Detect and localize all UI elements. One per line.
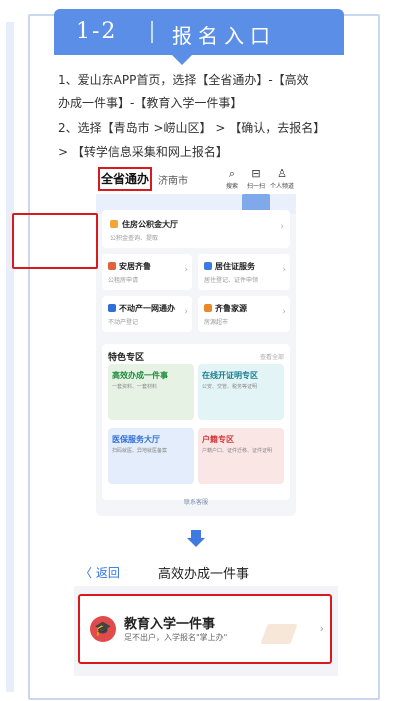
card-residence[interactable]: 居住证服务 居住登记、证件申领 › — [198, 254, 290, 290]
page-title: 高效办成一件事 — [158, 567, 250, 582]
home-icon — [108, 262, 116, 270]
book-illustration — [260, 624, 298, 644]
edu-title: 教育入学一件事 — [124, 617, 216, 632]
section-number: 1-2 — [76, 19, 118, 44]
instruction-line: 2、选择【青岛市 >崂山区】 > 【确认，去报名】 — [58, 121, 326, 135]
tile-online-certificate[interactable]: 在线开证明专区 公安、交管、税务等证明 — [198, 364, 284, 420]
user-icon: ♙ — [277, 167, 287, 180]
personal-button[interactable]: ♙ 个人频道 — [270, 167, 294, 190]
instruction-line: 1、爱山东APP首页，选择【全省通办】-【高效 — [58, 73, 309, 87]
card-realestate[interactable]: 不动产一网通办 不动产登记 › — [102, 296, 192, 332]
chevron-right-icon: › — [319, 622, 324, 635]
graduation-cap-icon: 🎓 — [90, 616, 116, 642]
id-card-icon — [204, 262, 212, 270]
header-divider — [151, 21, 153, 43]
section-title: 报名入口 — [172, 24, 276, 48]
tile-medical-insurance[interactable]: 医保服务大厅 扫码就医、异地就医备案 — [108, 428, 194, 484]
edu-subtitle: 足不出户，入学报名"掌上办" — [124, 633, 228, 642]
building-icon — [108, 304, 116, 312]
page: 1-2 报名入口 1、爱山东APP首页，选择【全省通办】-【高效 办成一件事】-… — [0, 0, 400, 701]
section-header: 1-2 报名入口 — [54, 9, 344, 65]
search-icon: ⌕ — [228, 167, 236, 180]
tile-household-registration[interactable]: 户籍专区 户籍户口、证件迁移、证件证明 — [198, 428, 284, 484]
scan-icon: ⊟ — [251, 167, 261, 180]
view-all-link[interactable]: 查看全部 — [260, 352, 284, 361]
house-icon — [110, 220, 118, 228]
highlight-box — [12, 213, 98, 269]
app-top-bar: 全省通办 济南市 ⌕ 搜索 ⊟ 扫一扫 ♙ 个人频道 — [96, 164, 296, 194]
instruction-line: > 【转学信息采集和网上报名】 — [58, 145, 228, 159]
card-anju[interactable]: 安居齐鲁 公租房申请 › — [102, 254, 192, 290]
scan-button[interactable]: ⊟ 扫一扫 — [244, 167, 268, 190]
tab-quanshengtongban[interactable]: 全省通办 — [98, 167, 152, 191]
special-zone: 特色专区 查看全部 高效办成一件事 一套资料、一套材料 在线开证明专区 公安、交… — [102, 344, 290, 500]
family-icon — [204, 304, 212, 312]
tab-city[interactable]: 济南市 — [158, 172, 188, 187]
page-header: 〈 返回 高效办成一件事 — [74, 555, 338, 585]
chevron-right-icon: › — [184, 307, 188, 317]
instruction-line: 办成一件事】-【教育入学一件事】 — [58, 96, 243, 110]
customer-service-link[interactable]: 联系客服 — [96, 497, 296, 506]
chevron-right-icon: › — [280, 222, 284, 232]
card-family[interactable]: 齐鲁家源 房源超市 › — [198, 296, 290, 332]
card-housing-fund[interactable]: 住房公积金大厅 公积金查询、提取 › — [102, 210, 290, 248]
special-zone-title: 特色专区 — [108, 353, 145, 363]
edu-enrollment-card[interactable]: 🎓 教育入学一件事 足不出户，入学报名"掌上办" › — [78, 594, 332, 664]
chevron-right-icon: › — [282, 265, 286, 275]
tile-gaoxiao[interactable]: 高效办成一件事 一套资料、一套材料 — [108, 364, 194, 420]
chevron-right-icon: › — [184, 265, 188, 275]
chevron-right-icon: › — [282, 307, 286, 317]
back-button[interactable]: 〈 返回 — [80, 564, 120, 581]
search-button[interactable]: ⌕ 搜索 — [220, 167, 244, 190]
decorative-strip — [6, 22, 14, 692]
app-screenshot: 全省通办 济南市 ⌕ 搜索 ⊟ 扫一扫 ♙ 个人频道 住房公积金大厅 公积金查询… — [96, 164, 296, 516]
